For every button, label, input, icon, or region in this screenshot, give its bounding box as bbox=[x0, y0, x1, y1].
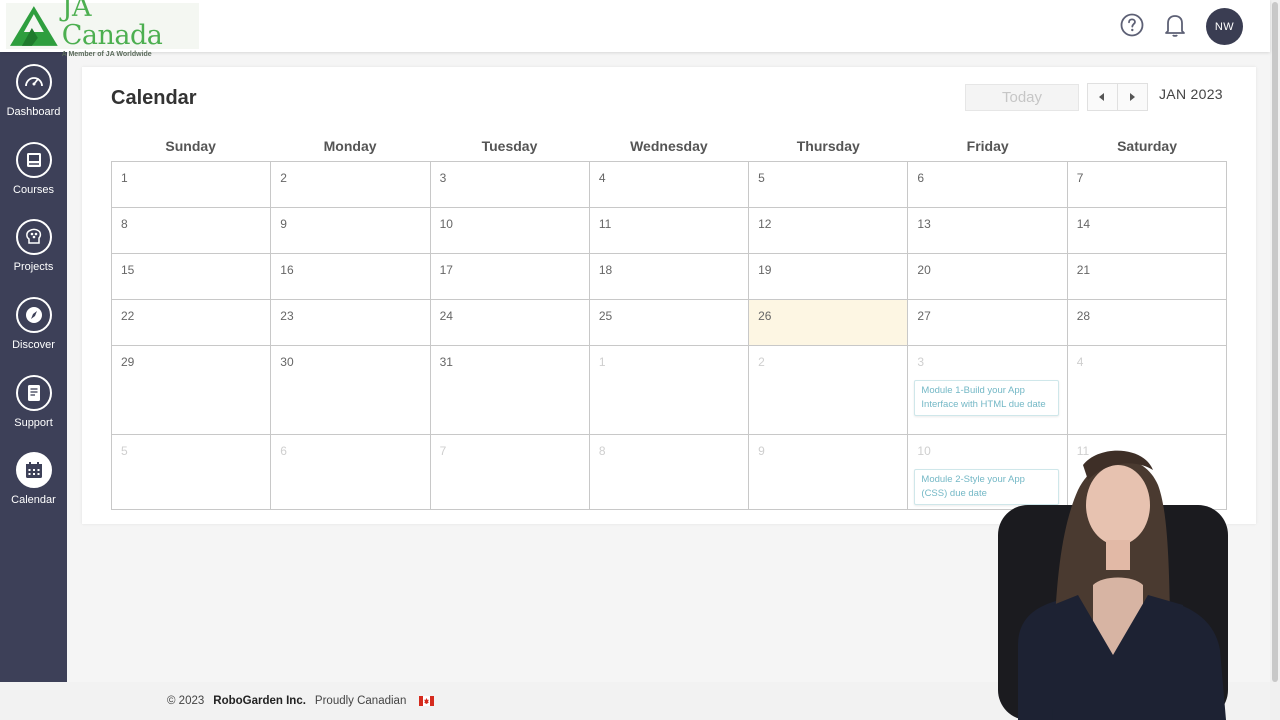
calendar-day[interactable]: 2 bbox=[271, 162, 431, 208]
scroll-thumb[interactable] bbox=[1272, 2, 1278, 682]
calendar-day[interactable]: 1 bbox=[112, 162, 272, 208]
day-number: 10 bbox=[917, 444, 931, 458]
compass-icon bbox=[15, 297, 52, 333]
footer-copyright: © 2023 bbox=[167, 695, 205, 707]
calendar-week: 22 23 24 25 26 27 28 bbox=[112, 300, 1227, 346]
calendar-day-today[interactable]: 26 bbox=[749, 300, 909, 346]
calendar-day[interactable]: 10 bbox=[430, 208, 590, 254]
brain-icon bbox=[15, 219, 52, 255]
calendar-day[interactable]: 13 bbox=[908, 208, 1068, 254]
calendar-day[interactable]: 6 bbox=[908, 162, 1068, 208]
calendar-day[interactable]: 17 bbox=[430, 254, 590, 300]
day-number: 3 bbox=[917, 355, 925, 369]
calendar-day-other-month[interactable]: 3 Module 1-Build your App Interface with… bbox=[908, 346, 1068, 435]
calendar-week: 8 9 10 11 12 13 14 bbox=[112, 208, 1227, 254]
canada-flag-icon bbox=[419, 696, 435, 706]
calendar-day[interactable]: 29 bbox=[112, 346, 272, 435]
sidebar-label-projects: Projects bbox=[13, 261, 54, 273]
page-title: Calendar bbox=[111, 87, 197, 109]
footer-tagline: Proudly Canadian bbox=[314, 695, 407, 707]
calendar-day[interactable]: 7 bbox=[1067, 162, 1227, 208]
sidebar-item-support[interactable]: Support bbox=[0, 375, 67, 443]
calendar-day[interactable]: 24 bbox=[430, 300, 590, 346]
calendar-day[interactable]: 30 bbox=[271, 346, 431, 435]
event-module-1[interactable]: Module 1-Build your App Interface with H… bbox=[914, 380, 1059, 416]
calendar-day[interactable]: 18 bbox=[589, 254, 750, 300]
sidebar-item-projects[interactable]: Projects bbox=[0, 219, 67, 287]
weekday-header: Sunday Monday Tuesday Wednesday Thursday… bbox=[111, 138, 1227, 154]
calendar-day-other-month[interactable]: 9 bbox=[749, 435, 909, 510]
calendar-day[interactable]: 12 bbox=[749, 208, 909, 254]
calendar-day[interactable]: 9 bbox=[271, 208, 431, 254]
book-icon bbox=[15, 142, 52, 178]
page-scrollbar[interactable] bbox=[1270, 0, 1280, 720]
calendar-day[interactable]: 16 bbox=[271, 254, 431, 300]
gauge-icon bbox=[15, 64, 52, 100]
calendar-day[interactable]: 19 bbox=[749, 254, 909, 300]
sidebar-item-discover[interactable]: Discover bbox=[0, 297, 67, 365]
weekday-label: Wednesday bbox=[630, 138, 708, 154]
calendar-day-other-month[interactable]: 2 bbox=[749, 346, 909, 435]
prev-month-button[interactable] bbox=[1088, 84, 1118, 110]
sidebar-nav: Dashboard Courses Projects Discover Supp… bbox=[0, 52, 67, 682]
top-header: JA Canada A Member of JA Worldwide NW bbox=[0, 0, 1270, 58]
logo-title: JA Canada bbox=[61, 0, 163, 51]
footer-company[interactable]: RoboGarden Inc. bbox=[213, 695, 306, 707]
weekday-label: Thursday bbox=[796, 138, 860, 154]
calendar-week: 29 30 31 1 2 3 Module 1-Build your App I… bbox=[112, 346, 1227, 435]
calendar-day-other-month[interactable]: 5 bbox=[112, 435, 272, 510]
calendar-day-other-month[interactable]: 6 bbox=[271, 435, 431, 510]
calendar-day[interactable]: 20 bbox=[908, 254, 1068, 300]
calendar-day[interactable]: 23 bbox=[271, 300, 431, 346]
sidebar-item-courses[interactable]: Courses bbox=[0, 142, 67, 210]
calendar-day-other-month[interactable]: 7 bbox=[430, 435, 590, 510]
ja-triangle-logo-icon bbox=[9, 6, 58, 46]
calendar-day[interactable]: 11 bbox=[589, 208, 750, 254]
calendar-day[interactable]: 8 bbox=[112, 208, 272, 254]
today-button[interactable]: Today bbox=[965, 84, 1079, 111]
calendar-day-other-month[interactable]: 4 bbox=[1067, 346, 1227, 435]
calendar-day[interactable]: 28 bbox=[1067, 300, 1227, 346]
caret-left-icon bbox=[1099, 93, 1105, 101]
sidebar-label-discover: Discover bbox=[12, 339, 55, 351]
user-avatar[interactable]: NW bbox=[1206, 8, 1243, 45]
month-nav bbox=[1087, 83, 1148, 111]
notifications-bell-icon[interactable] bbox=[1162, 12, 1188, 38]
weekday-label: Tuesday bbox=[481, 138, 538, 154]
calendar-week: 15 16 17 18 19 20 21 bbox=[112, 254, 1227, 300]
calendar-day[interactable]: 21 bbox=[1067, 254, 1227, 300]
presenter-webcam-image bbox=[998, 450, 1228, 720]
sidebar-item-dashboard[interactable]: Dashboard bbox=[0, 64, 67, 132]
calendar-day[interactable]: 14 bbox=[1067, 208, 1227, 254]
ja-canada-logo[interactable]: JA Canada A Member of JA Worldwide bbox=[6, 0, 199, 58]
sidebar-label-dashboard: Dashboard bbox=[6, 106, 61, 118]
calendar-day[interactable]: 4 bbox=[589, 162, 750, 208]
calendar-week: 1 2 3 4 5 6 7 bbox=[112, 162, 1227, 208]
calendar-day[interactable]: 27 bbox=[908, 300, 1068, 346]
calendar-day-other-month[interactable]: 1 bbox=[589, 346, 750, 435]
help-icon[interactable] bbox=[1119, 12, 1145, 38]
month-label: JAN 2023 bbox=[1159, 86, 1223, 102]
calendar-day[interactable]: 25 bbox=[589, 300, 750, 346]
caret-right-icon bbox=[1130, 93, 1136, 101]
calendar-day[interactable]: 22 bbox=[112, 300, 272, 346]
weekday-label: Monday bbox=[323, 138, 377, 154]
weekday-label: Saturday bbox=[1117, 138, 1177, 154]
sidebar-item-calendar[interactable]: Calendar bbox=[0, 452, 67, 520]
document-icon bbox=[15, 375, 52, 411]
logo-subtitle: A Member of JA Worldwide bbox=[61, 51, 152, 58]
sidebar-label-courses: Courses bbox=[13, 184, 54, 196]
weekday-label: Sunday bbox=[165, 138, 216, 154]
calendar-day[interactable]: 3 bbox=[430, 162, 590, 208]
weekday-label: Friday bbox=[966, 138, 1009, 154]
sidebar-label-calendar: Calendar bbox=[11, 494, 56, 506]
calendar-icon bbox=[15, 452, 52, 488]
calendar-day[interactable]: 5 bbox=[749, 162, 909, 208]
sidebar-label-support: Support bbox=[14, 417, 53, 429]
next-month-button[interactable] bbox=[1118, 84, 1147, 110]
calendar-day[interactable]: 31 bbox=[430, 346, 590, 435]
calendar-day-other-month[interactable]: 8 bbox=[589, 435, 750, 510]
calendar-day[interactable]: 15 bbox=[112, 254, 272, 300]
